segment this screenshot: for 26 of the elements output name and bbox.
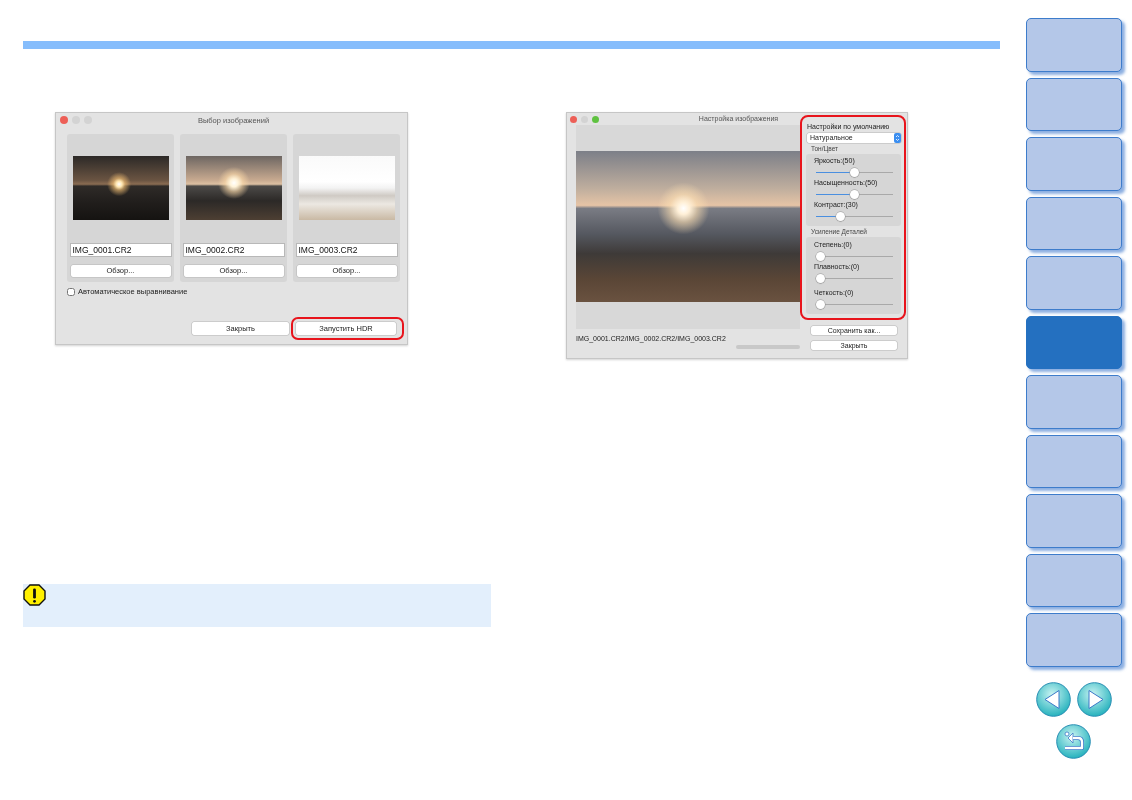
chapter-tab[interactable] [1026, 315, 1122, 369]
up-down-arrows-icon [894, 133, 901, 143]
slider-thumb[interactable] [850, 190, 859, 199]
warning-icon [23, 584, 46, 606]
window-button-icon[interactable] [60, 116, 68, 124]
chapter-tab[interactable] [1026, 375, 1122, 429]
chapter-tab[interactable] [1026, 613, 1122, 667]
chapter-tab[interactable] [1026, 137, 1122, 191]
checkbox[interactable] [67, 287, 75, 296]
chapter-tab[interactable] [1026, 256, 1122, 310]
chapter-tab[interactable] [1026, 434, 1122, 488]
slider-thumb[interactable] [836, 212, 846, 221]
window-button-icon[interactable] [570, 115, 577, 123]
chapter-tab[interactable] [1026, 77, 1122, 131]
file-name-field[interactable]: IMG_0001.CR2 [69, 243, 172, 257]
chapter-tab[interactable] [1026, 494, 1122, 548]
window-button-icon[interactable] [592, 115, 599, 123]
slider-thumb[interactable] [816, 300, 825, 309]
slider-thumb[interactable] [816, 274, 825, 283]
chapter-tab[interactable] [1026, 553, 1122, 607]
chapter-tab[interactable] [1026, 196, 1122, 250]
chapter-tab[interactable] [1026, 18, 1122, 72]
slider-thumb[interactable] [816, 252, 825, 261]
file-name-field[interactable]: IMG_0003.CR2 [295, 243, 398, 257]
slider-thumb[interactable] [850, 168, 859, 177]
file-name-field[interactable]: IMG_0002.CR2 [182, 243, 285, 257]
